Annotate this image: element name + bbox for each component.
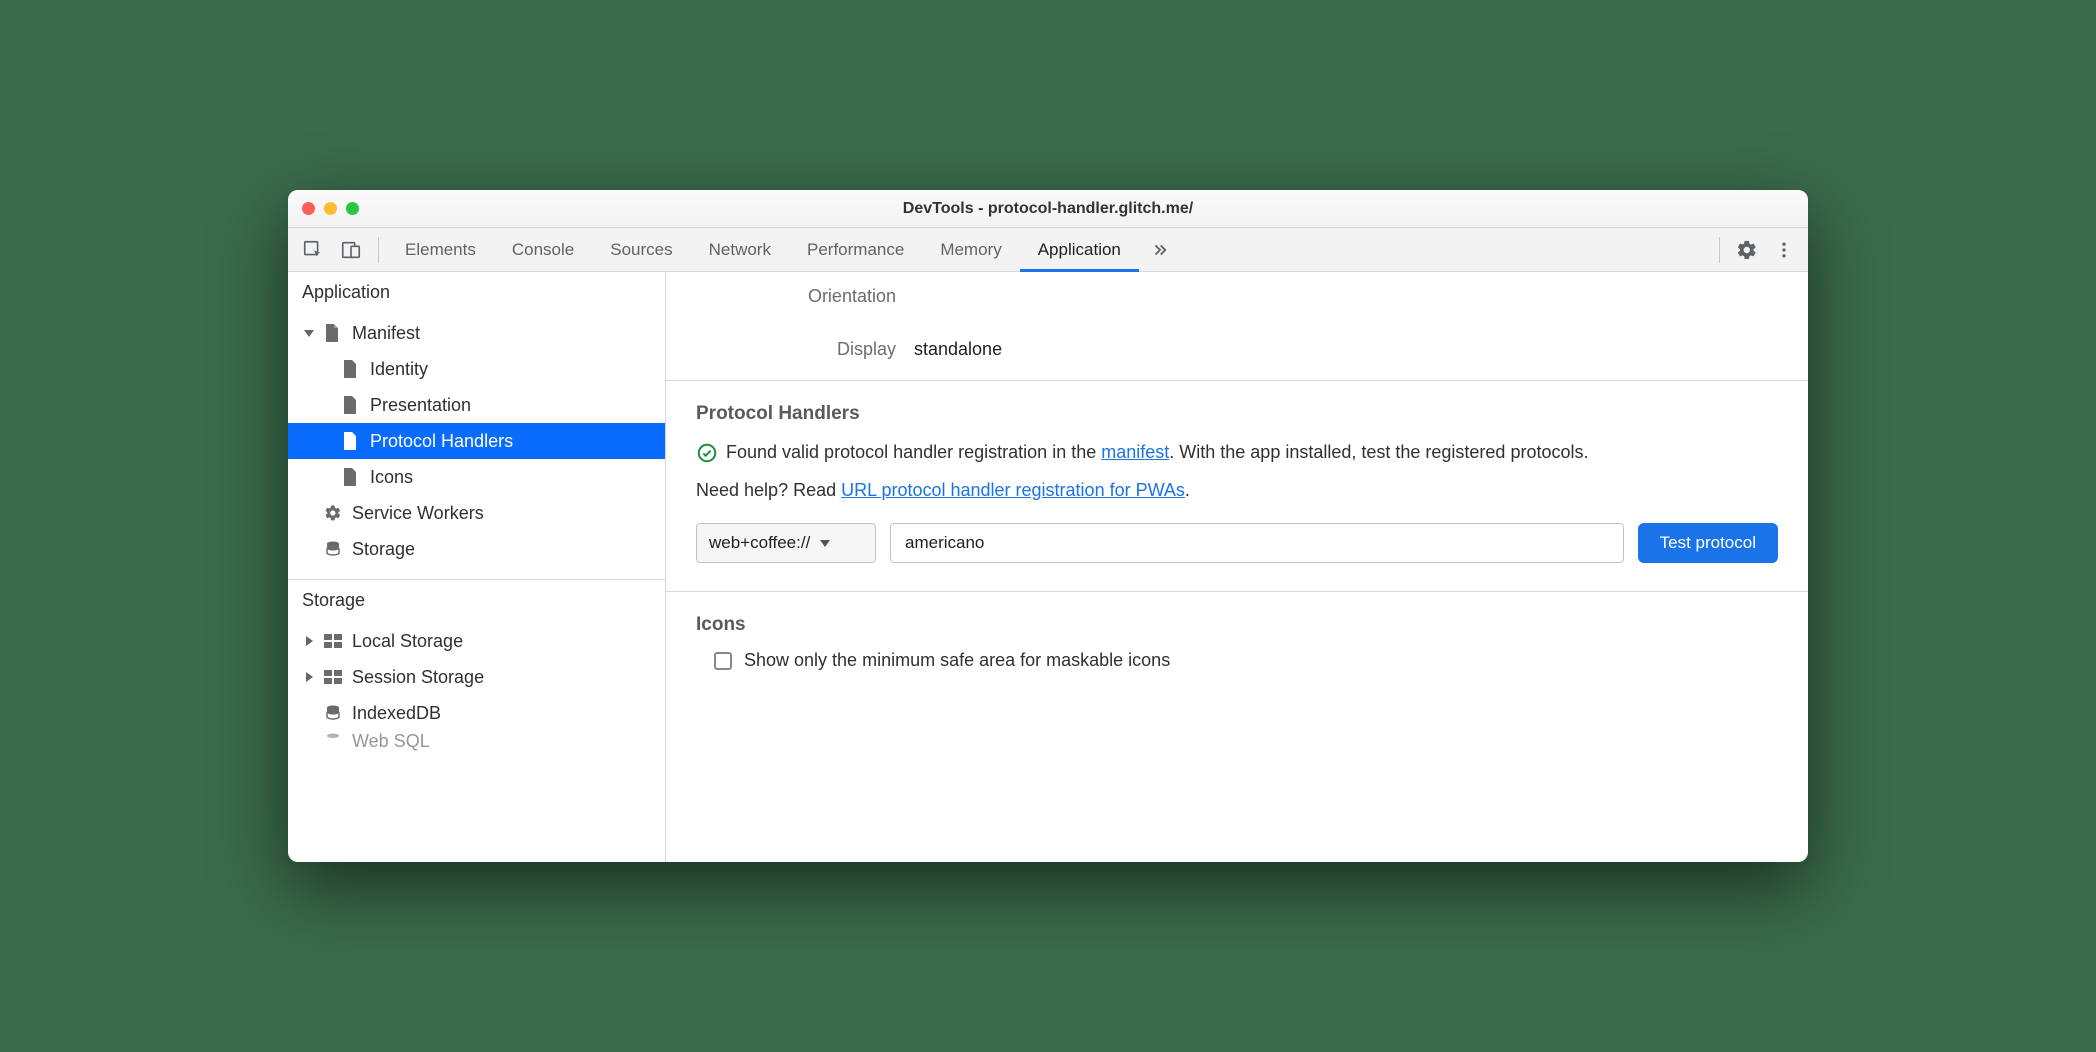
- help-post: .: [1185, 480, 1190, 500]
- chevron-right-icon: [304, 672, 316, 682]
- maximize-window-icon[interactable]: [346, 202, 359, 215]
- database-icon: [324, 704, 344, 722]
- traffic-lights: [302, 202, 359, 215]
- protocol-help-text: Need help? Read URL protocol handler reg…: [666, 471, 1808, 509]
- content-area: Application Manifest Identity: [288, 272, 1808, 862]
- sidebar-item-label: Service Workers: [352, 503, 484, 524]
- tab-elements[interactable]: Elements: [387, 228, 494, 271]
- tab-console[interactable]: Console: [494, 228, 592, 271]
- close-window-icon[interactable]: [302, 202, 315, 215]
- row-display: Display standalone: [666, 333, 1808, 366]
- database-icon: [324, 540, 344, 558]
- sidebar-item-session-storage[interactable]: Session Storage: [288, 659, 665, 695]
- file-icon: [342, 360, 362, 378]
- application-tree: Manifest Identity Presentation: [288, 313, 665, 575]
- help-link[interactable]: URL protocol handler registration for PW…: [841, 480, 1185, 500]
- toolbar: Elements Console Sources Network Perform…: [288, 228, 1808, 272]
- tab-network[interactable]: Network: [691, 228, 789, 271]
- icons-checkbox-row: Show only the minimum safe area for mask…: [666, 644, 1808, 677]
- toolbar-separator: [1719, 237, 1720, 263]
- chevron-down-icon: [304, 328, 316, 338]
- file-icon: [342, 468, 362, 486]
- settings-icon[interactable]: [1728, 235, 1766, 265]
- grid-icon: [324, 634, 344, 648]
- file-icon: [324, 324, 344, 342]
- chevron-right-icon: [304, 636, 316, 646]
- protocol-test-row: web+coffee:// Test protocol: [666, 509, 1808, 577]
- select-value: web+coffee://: [709, 533, 810, 553]
- sidebar-item-protocol-handlers[interactable]: Protocol Handlers: [288, 423, 665, 459]
- label-orientation: Orientation: [696, 286, 914, 307]
- device-toolbar-icon[interactable]: [332, 235, 370, 265]
- sidebar-item-websql[interactable]: Web SQL: [288, 731, 665, 751]
- sidebar-item-label: Manifest: [352, 323, 420, 344]
- value-display: standalone: [914, 339, 1002, 360]
- protocol-path-input[interactable]: [890, 523, 1624, 563]
- sidebar-item-label: Protocol Handlers: [370, 431, 513, 452]
- sidebar-item-label: Session Storage: [352, 667, 484, 688]
- sidebar-item-presentation[interactable]: Presentation: [288, 387, 665, 423]
- section-divider: [666, 591, 1808, 592]
- more-options-icon[interactable]: [1766, 236, 1802, 264]
- storage-tree: Local Storage Session Storage: [288, 621, 665, 759]
- toolbar-separator: [378, 237, 379, 263]
- sidebar-item-label: Identity: [370, 359, 428, 380]
- row-orientation: Orientation: [666, 280, 1808, 313]
- sidebar-item-icons[interactable]: Icons: [288, 459, 665, 495]
- manifest-link[interactable]: manifest: [1101, 442, 1169, 462]
- sidebar-section-application: Application: [288, 272, 665, 313]
- chevron-down-icon: [820, 538, 830, 548]
- sidebar-item-local-storage[interactable]: Local Storage: [288, 623, 665, 659]
- titlebar: DevTools - protocol-handler.glitch.me/: [288, 190, 1808, 228]
- protocol-status-text: Found valid protocol handler registratio…: [666, 433, 1808, 471]
- sidebar-item-manifest[interactable]: Manifest: [288, 315, 665, 351]
- file-icon: [342, 396, 362, 414]
- tab-application[interactable]: Application: [1020, 228, 1139, 271]
- database-icon: [324, 732, 344, 750]
- help-pre: Need help? Read: [696, 480, 841, 500]
- sidebar-item-service-workers[interactable]: Service Workers: [288, 495, 665, 531]
- sidebar-item-label: Storage: [352, 539, 415, 560]
- tab-performance[interactable]: Performance: [789, 228, 922, 271]
- inspect-element-icon[interactable]: [294, 235, 332, 265]
- label-display: Display: [696, 339, 914, 360]
- file-icon: [342, 432, 362, 450]
- tab-sources[interactable]: Sources: [592, 228, 690, 271]
- more-tabs-icon[interactable]: [1139, 241, 1181, 259]
- sidebar-item-indexeddb[interactable]: IndexedDB: [288, 695, 665, 731]
- check-circle-icon: [696, 442, 718, 464]
- sidebar-item-label: Local Storage: [352, 631, 463, 652]
- sidebar-item-label: Icons: [370, 467, 413, 488]
- sidebar-item-label: Web SQL: [352, 731, 430, 751]
- panel-tabs: Elements Console Sources Network Perform…: [387, 228, 1139, 271]
- sidebar-item-label: Presentation: [370, 395, 471, 416]
- sidebar-section-storage: Storage: [288, 580, 665, 621]
- tab-memory[interactable]: Memory: [922, 228, 1019, 271]
- window-title: DevTools - protocol-handler.glitch.me/: [288, 200, 1808, 218]
- maskable-checkbox[interactable]: [714, 652, 732, 670]
- checkbox-label: Show only the minimum safe area for mask…: [744, 650, 1170, 671]
- sidebar-item-storage-overview[interactable]: Storage: [288, 531, 665, 567]
- section-divider: [666, 380, 1808, 381]
- gear-icon: [324, 504, 344, 522]
- sidebar: Application Manifest Identity: [288, 272, 666, 862]
- test-protocol-button[interactable]: Test protocol: [1638, 523, 1778, 563]
- protocol-scheme-select[interactable]: web+coffee://: [696, 523, 876, 563]
- sidebar-item-label: IndexedDB: [352, 703, 441, 724]
- status-pre: Found valid protocol handler registratio…: [726, 442, 1101, 462]
- main-panel: Orientation Display standalone Protocol …: [666, 272, 1808, 862]
- section-title-protocol-handlers: Protocol Handlers: [666, 395, 1808, 433]
- devtools-window: DevTools - protocol-handler.glitch.me/ E…: [288, 190, 1808, 862]
- sidebar-item-identity[interactable]: Identity: [288, 351, 665, 387]
- grid-icon: [324, 670, 344, 684]
- section-title-icons: Icons: [666, 606, 1808, 644]
- status-post: . With the app installed, test the regis…: [1169, 442, 1588, 462]
- minimize-window-icon[interactable]: [324, 202, 337, 215]
